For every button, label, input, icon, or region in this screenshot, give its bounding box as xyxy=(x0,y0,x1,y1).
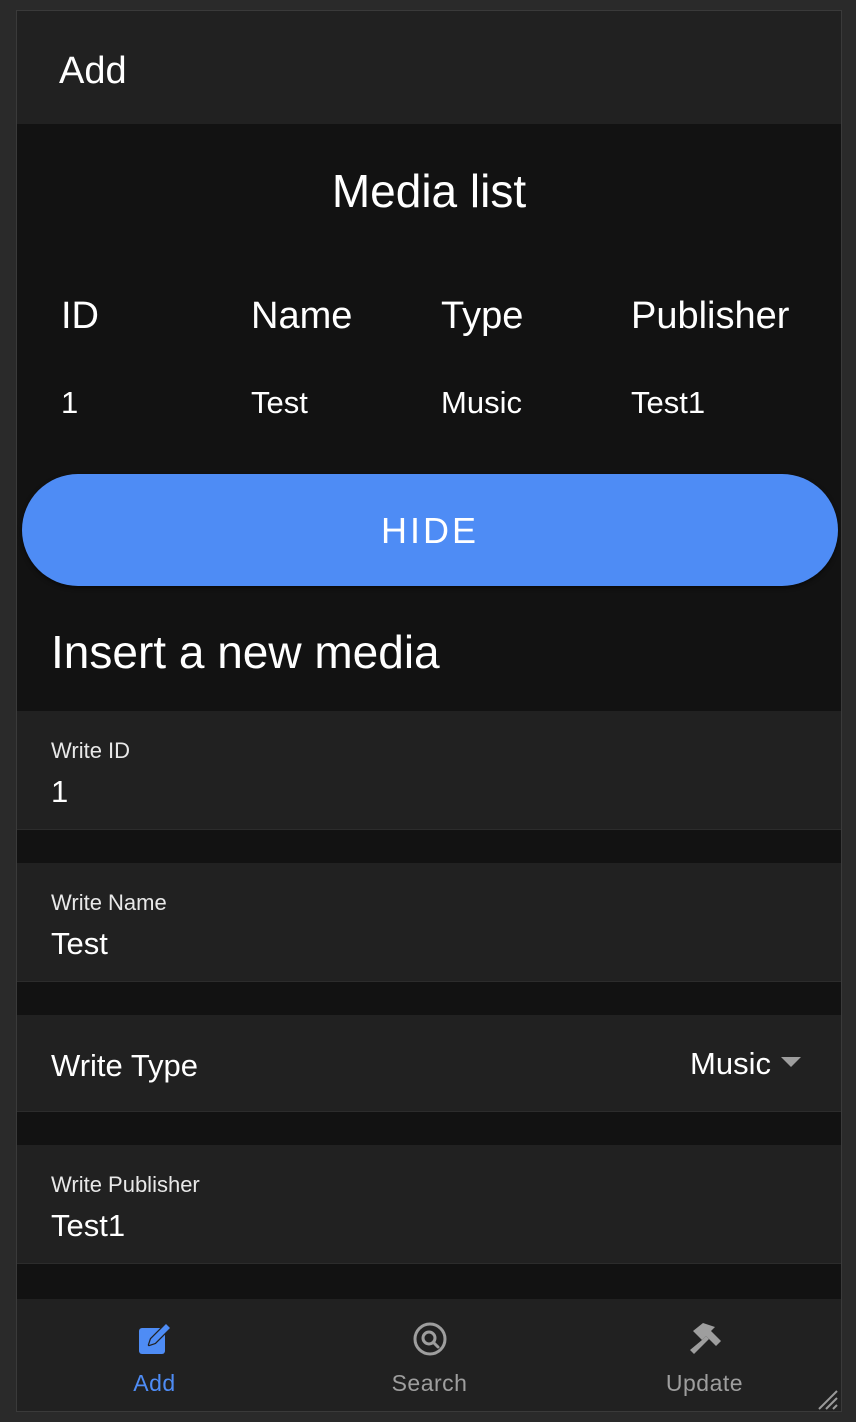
cell-publisher: Test1 xyxy=(631,385,706,420)
bottom-navigation: Add Search Update xyxy=(17,1299,841,1411)
id-field-value[interactable]: 1 xyxy=(51,773,68,811)
media-list-title: Media list xyxy=(331,165,527,217)
nav-label-update: Update xyxy=(665,1370,744,1396)
publisher-field[interactable]: Write Publisher Test1 xyxy=(17,1145,841,1264)
nav-item-search[interactable]: Search xyxy=(292,1299,567,1411)
nav-item-update[interactable]: Update xyxy=(567,1299,841,1411)
type-select-label: Write Type xyxy=(51,1048,199,1083)
dropdown-caret-icon[interactable] xyxy=(781,1057,801,1067)
column-header-name: Name xyxy=(251,295,353,337)
type-select[interactable]: Write Type Music xyxy=(17,1015,841,1112)
insert-section-title: Insert a new media xyxy=(51,626,440,678)
cell-type: Music xyxy=(441,385,522,420)
column-header-publisher: Publisher xyxy=(631,295,790,337)
hammer-icon xyxy=(689,1323,721,1354)
app-bar: Add xyxy=(17,11,841,124)
nav-item-add[interactable]: Add xyxy=(17,1299,292,1411)
name-field[interactable]: Write Name Test xyxy=(17,863,841,982)
app-window: Add Media list ID Name Type Publisher 1 … xyxy=(16,10,842,1412)
nav-label-search: Search xyxy=(391,1370,468,1396)
nav-label-add: Add xyxy=(133,1370,176,1396)
name-field-label: Write Name xyxy=(51,890,167,915)
app-bar-title: Add xyxy=(59,50,127,92)
search-icon xyxy=(413,1322,446,1356)
publisher-field-label: Write Publisher xyxy=(51,1172,200,1197)
column-header-type: Type xyxy=(441,295,524,337)
cell-id: 1 xyxy=(61,385,79,420)
hide-button[interactable]: HIDE xyxy=(22,474,838,586)
publisher-field-value[interactable]: Test1 xyxy=(51,1207,125,1245)
id-field-label: Write ID xyxy=(51,738,131,763)
column-header-id: ID xyxy=(61,295,99,337)
type-select-value[interactable]: Music xyxy=(690,1045,771,1083)
id-field[interactable]: Write ID 1 xyxy=(17,711,841,830)
name-field-value[interactable]: Test xyxy=(51,925,108,963)
resize-grip-icon[interactable] xyxy=(813,1385,839,1411)
edit-icon xyxy=(138,1322,171,1354)
cell-name: Test xyxy=(251,385,308,420)
